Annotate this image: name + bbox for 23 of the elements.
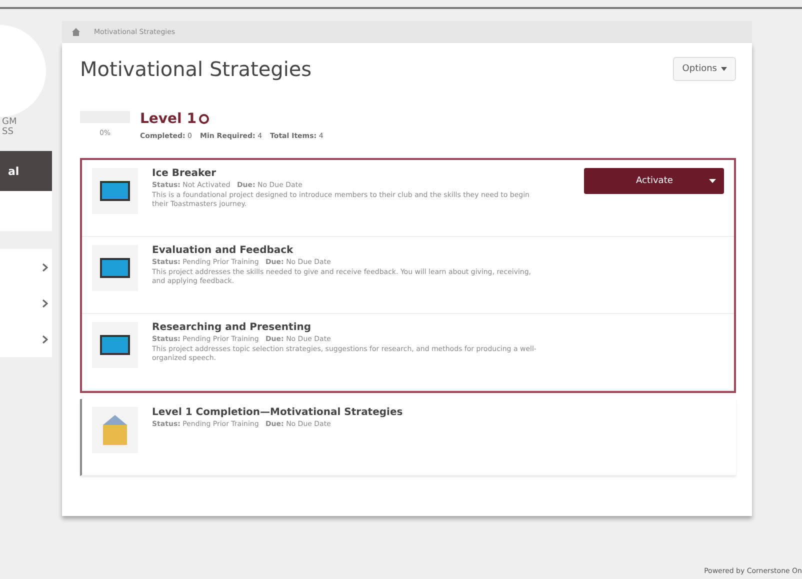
monitor-icon xyxy=(100,181,130,201)
chevron-right-icon xyxy=(42,262,48,272)
sidebar-panel xyxy=(0,191,52,231)
page-title: Motivational Strategies xyxy=(80,57,312,81)
sidebar-text: SS xyxy=(1,127,14,137)
monitor-icon xyxy=(100,258,130,278)
sidebar-text: GM xyxy=(1,117,18,127)
monitor-icon xyxy=(100,335,130,355)
envelope-icon xyxy=(101,413,129,447)
chevron-right-icon xyxy=(42,334,48,344)
activate-button[interactable]: Activate xyxy=(584,168,724,194)
options-button[interactable]: Options xyxy=(673,57,736,81)
caret-icon xyxy=(709,179,716,183)
info-icon[interactable] xyxy=(199,114,210,124)
home-icon[interactable] xyxy=(72,28,80,36)
project-title[interactable]: Level 1 Completion—Motivational Strategies xyxy=(152,407,726,418)
project-title[interactable]: Evaluation and Feedback xyxy=(152,245,724,256)
sidebar-item[interactable]: al xyxy=(0,151,52,191)
project-title[interactable]: Ice Breaker xyxy=(152,168,570,179)
chevron-right-icon xyxy=(42,298,48,308)
caret-icon xyxy=(721,67,727,71)
level-title: Level 1 xyxy=(140,111,196,127)
project-title[interactable]: Researching and Presenting xyxy=(152,322,724,333)
